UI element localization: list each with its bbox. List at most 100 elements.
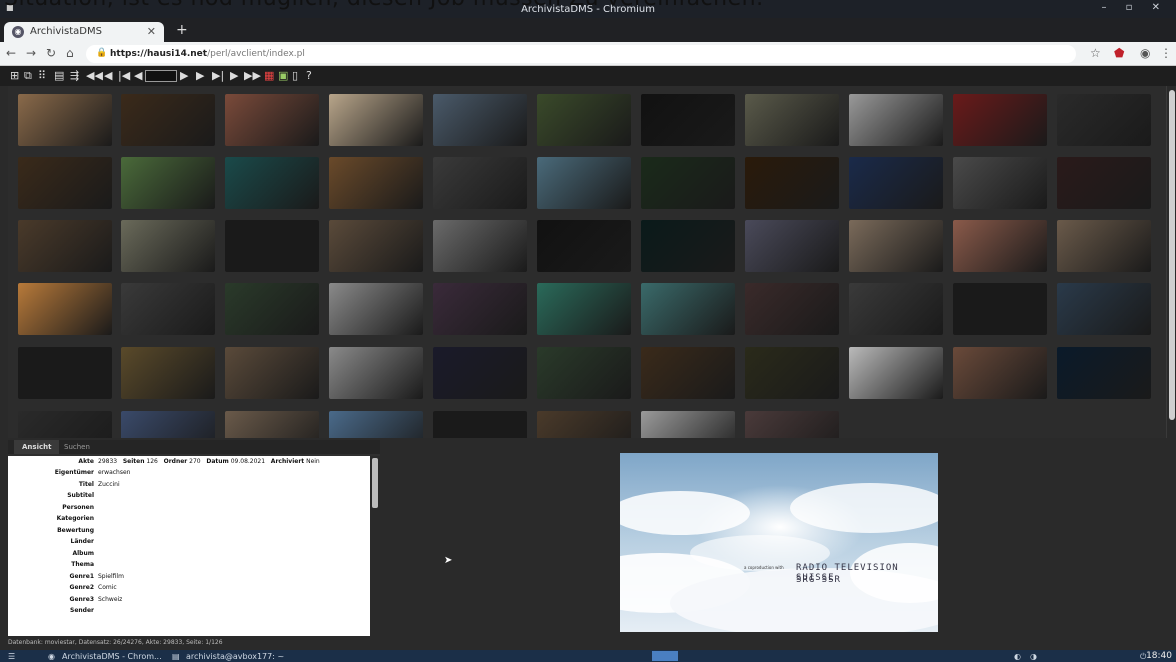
shield-extension-icon[interactable]: ⬟	[1114, 46, 1124, 60]
thumbnail[interactable]	[1057, 220, 1151, 272]
thumbnail[interactable]	[745, 283, 839, 335]
thumbnail[interactable]	[329, 220, 423, 272]
thumbnail[interactable]	[537, 283, 631, 335]
thumbnail[interactable]	[121, 94, 215, 146]
thumbnail[interactable]	[18, 411, 112, 438]
thumbnail[interactable]	[953, 347, 1047, 399]
volume-icon[interactable]: ◑	[1030, 652, 1037, 661]
home-icon[interactable]: ⌂	[66, 46, 74, 60]
thumbnail[interactable]	[537, 347, 631, 399]
reload-icon[interactable]: ↻	[46, 46, 56, 60]
workspace-indicator[interactable]	[652, 651, 678, 661]
thumbnail[interactable]	[641, 283, 735, 335]
thumbnail[interactable]	[433, 411, 527, 438]
panel-scrollbar[interactable]	[370, 456, 380, 636]
thumbnail[interactable]	[537, 220, 631, 272]
select-icon[interactable]: ⇶	[70, 69, 79, 82]
menu-dots-icon[interactable]: ⋮	[1160, 46, 1172, 60]
grid-scroll-knob[interactable]	[1169, 90, 1175, 420]
taskbar-terminal-icon[interactable]: ▤	[172, 652, 180, 661]
thumbnail[interactable]	[329, 157, 423, 209]
tab-suchen[interactable]: Suchen	[56, 440, 98, 454]
thumbnail[interactable]	[121, 283, 215, 335]
thumbnail[interactable]	[953, 220, 1047, 272]
thumbnail[interactable]	[433, 94, 527, 146]
thumbnail[interactable]	[641, 94, 735, 146]
thumbnail[interactable]	[849, 157, 943, 209]
fast-forward-icon[interactable]: ▶▶	[244, 69, 261, 82]
thumbnail[interactable]	[329, 411, 423, 438]
thumbnail[interactable]	[537, 411, 631, 438]
help-icon[interactable]: ?	[306, 69, 312, 82]
field-value[interactable]: Spielfilm	[98, 573, 124, 580]
thumbnail[interactable]	[745, 347, 839, 399]
thumbnail[interactable]	[225, 347, 319, 399]
thumbnail[interactable]	[641, 220, 735, 272]
last-icon[interactable]: ▶	[230, 69, 238, 82]
thumbnail[interactable]	[433, 347, 527, 399]
thumbnail[interactable]	[18, 283, 112, 335]
thumbnail[interactable]	[745, 411, 839, 438]
field-value[interactable]: Zuccini	[98, 481, 120, 488]
thumbnail[interactable]	[225, 157, 319, 209]
prev-page-icon[interactable]: |◀	[118, 69, 130, 82]
thumbnail[interactable]	[849, 347, 943, 399]
field-value[interactable]: Schweiz	[98, 596, 122, 603]
prev-icon[interactable]: ◀	[104, 69, 112, 82]
forward-step-icon[interactable]: ▶	[196, 69, 204, 82]
view-icon[interactable]: ⊞	[10, 69, 19, 82]
panel-scroll-knob[interactable]	[372, 458, 378, 508]
thumbnail[interactable]	[745, 94, 839, 146]
tab-close-icon[interactable]: ✕	[147, 25, 156, 38]
thumbnail[interactable]	[121, 347, 215, 399]
thumbnail[interactable]	[537, 94, 631, 146]
thumbnail[interactable]	[121, 157, 215, 209]
thumbnail[interactable]	[641, 157, 735, 209]
preview-image[interactable]: a coproduction with RADIO TELEVISION SUI…	[620, 453, 938, 632]
browser-tab[interactable]: ◉ ArchivistaDMS ✕	[4, 22, 164, 42]
page-number-input[interactable]	[145, 70, 177, 82]
back-step-icon[interactable]: ◀	[134, 69, 142, 82]
bookmark-star-icon[interactable]: ☆	[1090, 46, 1101, 60]
table-icon[interactable]: ▦	[264, 69, 274, 82]
back-icon[interactable]: ←	[6, 46, 16, 60]
thumbnail[interactable]	[641, 411, 735, 438]
next-icon[interactable]: ▶	[180, 69, 188, 82]
thumbnail[interactable]	[433, 157, 527, 209]
copy-icon[interactable]: ⧉	[24, 69, 32, 83]
thumbnail[interactable]	[225, 220, 319, 272]
thumbnail[interactable]	[433, 283, 527, 335]
page-icon[interactable]: ▯	[292, 69, 298, 82]
thumbnail[interactable]	[849, 283, 943, 335]
first-icon[interactable]: ◀◀	[86, 69, 103, 82]
start-menu-icon[interactable]: ☰	[8, 652, 15, 661]
taskbar-chromium-icon[interactable]: ◉	[48, 652, 55, 661]
thumbnail[interactable]	[849, 220, 943, 272]
thumbnail[interactable]	[849, 94, 943, 146]
url-input[interactable]: 🔒 https://hausi14.net/perl/avclient/inde…	[86, 45, 1076, 63]
forward-icon[interactable]: →	[26, 46, 36, 60]
thumbnail[interactable]	[745, 220, 839, 272]
thumbnail[interactable]	[953, 94, 1047, 146]
grid-icon[interactable]: ⠿	[38, 69, 46, 82]
thumbnail[interactable]	[641, 347, 735, 399]
list-icon[interactable]: ▤	[54, 69, 64, 82]
next-page-icon[interactable]: ▶|	[212, 69, 224, 82]
tab-ansicht[interactable]: Ansicht	[14, 440, 60, 454]
thumbnail[interactable]	[1057, 347, 1151, 399]
thumbnail[interactable]	[18, 347, 112, 399]
image-icon[interactable]: ▣	[278, 69, 288, 82]
thumbnail[interactable]	[329, 283, 423, 335]
thumbnail[interactable]	[953, 157, 1047, 209]
grid-scrollbar[interactable]	[1166, 86, 1176, 438]
thumbnail[interactable]	[18, 220, 112, 272]
thumbnail[interactable]	[745, 157, 839, 209]
network-icon[interactable]: ◐	[1014, 652, 1021, 661]
thumbnail[interactable]	[537, 157, 631, 209]
taskbar-item-terminal[interactable]: archivista@avbox177: ~	[186, 652, 284, 661]
thumbnail[interactable]	[18, 94, 112, 146]
profile-icon[interactable]: ◉	[1140, 46, 1150, 60]
thumbnail[interactable]	[329, 347, 423, 399]
thumbnail[interactable]	[225, 94, 319, 146]
new-tab-icon[interactable]: +	[176, 22, 188, 38]
